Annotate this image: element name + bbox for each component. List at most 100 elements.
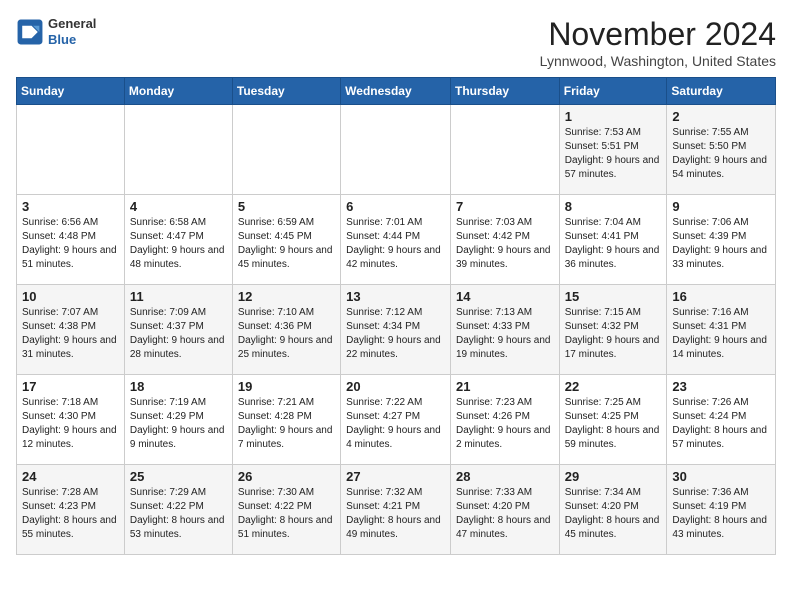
calendar-cell: 20 Sunrise: 7:22 AM Sunset: 4:27 PM Dayli… (341, 375, 451, 465)
day-number: 13 (346, 289, 445, 304)
calendar-cell: 15 Sunrise: 7:15 AM Sunset: 4:32 PM Dayli… (559, 285, 667, 375)
calendar-cell: 19 Sunrise: 7:21 AM Sunset: 4:28 PM Dayli… (232, 375, 340, 465)
calendar-row: 3 Sunrise: 6:56 AM Sunset: 4:48 PM Daylig… (17, 195, 776, 285)
calendar-cell: 18 Sunrise: 7:19 AM Sunset: 4:29 PM Dayli… (124, 375, 232, 465)
calendar-table: SundayMondayTuesdayWednesdayThursdayFrid… (16, 77, 776, 555)
calendar-cell (341, 105, 451, 195)
day-info: Sunrise: 7:25 AM Sunset: 4:25 PM Dayligh… (565, 396, 662, 452)
day-info: Sunrise: 7:22 AM Sunset: 4:27 PM Dayligh… (346, 396, 445, 452)
day-number: 16 (672, 289, 770, 304)
day-number: 26 (238, 469, 335, 484)
calendar-cell (124, 105, 232, 195)
day-number: 1 (565, 109, 662, 124)
calendar-cell: 5 Sunrise: 6:59 AM Sunset: 4:45 PM Daylig… (232, 195, 340, 285)
day-number: 11 (130, 289, 227, 304)
day-number: 20 (346, 379, 445, 394)
day-info: Sunrise: 7:03 AM Sunset: 4:42 PM Dayligh… (456, 216, 554, 272)
calendar-cell: 27 Sunrise: 7:32 AM Sunset: 4:21 PM Dayli… (341, 465, 451, 555)
month-title: November 2024 (540, 16, 776, 53)
day-number: 28 (456, 469, 554, 484)
day-info: Sunrise: 6:58 AM Sunset: 4:47 PM Dayligh… (130, 216, 227, 272)
day-info: Sunrise: 7:34 AM Sunset: 4:20 PM Dayligh… (565, 486, 662, 542)
calendar-row: 10 Sunrise: 7:07 AM Sunset: 4:38 PM Dayli… (17, 285, 776, 375)
day-info: Sunrise: 7:01 AM Sunset: 4:44 PM Dayligh… (346, 216, 445, 272)
day-number: 23 (672, 379, 770, 394)
calendar-cell: 9Sunrise: 7:06 AM Sunset: 4:39 PM Daylig… (667, 195, 776, 285)
calendar-cell: 8Sunrise: 7:04 AM Sunset: 4:41 PM Daylig… (559, 195, 667, 285)
day-number: 14 (456, 289, 554, 304)
day-info: Sunrise: 7:10 AM Sunset: 4:36 PM Dayligh… (238, 306, 335, 362)
calendar-cell: 1 Sunrise: 7:53 AM Sunset: 5:51 PM Daylig… (559, 105, 667, 195)
day-number: 9 (672, 199, 770, 214)
weekday-header-cell: Sunday (17, 78, 125, 105)
page-header: General Blue November 2024 Lynnwood, Was… (16, 16, 776, 69)
weekday-header-row: SundayMondayTuesdayWednesdayThursdayFrid… (17, 78, 776, 105)
day-info: Sunrise: 7:07 AM Sunset: 4:38 PM Dayligh… (22, 306, 119, 362)
calendar-cell: 22 Sunrise: 7:25 AM Sunset: 4:25 PM Dayli… (559, 375, 667, 465)
day-info: Sunrise: 7:13 AM Sunset: 4:33 PM Dayligh… (456, 306, 554, 362)
day-number: 7 (456, 199, 554, 214)
calendar-cell: 3 Sunrise: 6:56 AM Sunset: 4:48 PM Daylig… (17, 195, 125, 285)
weekday-header-cell: Friday (559, 78, 667, 105)
day-number: 30 (672, 469, 770, 484)
day-number: 18 (130, 379, 227, 394)
calendar-cell: 28Sunrise: 7:33 AM Sunset: 4:20 PM Dayli… (450, 465, 559, 555)
day-number: 2 (672, 109, 770, 124)
day-number: 24 (22, 469, 119, 484)
day-info: Sunrise: 7:36 AM Sunset: 4:19 PM Dayligh… (672, 486, 770, 542)
calendar-cell: 30 Sunrise: 7:36 AM Sunset: 4:19 PM Dayli… (667, 465, 776, 555)
calendar-cell: 4Sunrise: 6:58 AM Sunset: 4:47 PM Daylig… (124, 195, 232, 285)
day-number: 27 (346, 469, 445, 484)
calendar-cell: 16 Sunrise: 7:16 AM Sunset: 4:31 PM Dayli… (667, 285, 776, 375)
day-number: 12 (238, 289, 335, 304)
day-info: Sunrise: 7:19 AM Sunset: 4:29 PM Dayligh… (130, 396, 227, 452)
day-info: Sunrise: 6:59 AM Sunset: 4:45 PM Dayligh… (238, 216, 335, 272)
day-number: 22 (565, 379, 662, 394)
calendar-cell (17, 105, 125, 195)
day-info: Sunrise: 7:21 AM Sunset: 4:28 PM Dayligh… (238, 396, 335, 452)
day-number: 21 (456, 379, 554, 394)
calendar-cell: 6 Sunrise: 7:01 AM Sunset: 4:44 PM Daylig… (341, 195, 451, 285)
logo-line2: Blue (48, 32, 96, 48)
calendar-cell: 25 Sunrise: 7:29 AM Sunset: 4:22 PM Dayli… (124, 465, 232, 555)
day-info: Sunrise: 7:15 AM Sunset: 4:32 PM Dayligh… (565, 306, 662, 362)
weekday-header-cell: Tuesday (232, 78, 340, 105)
calendar-cell: 29Sunrise: 7:34 AM Sunset: 4:20 PM Dayli… (559, 465, 667, 555)
weekday-header-cell: Saturday (667, 78, 776, 105)
calendar-cell: 21Sunrise: 7:23 AM Sunset: 4:26 PM Dayli… (450, 375, 559, 465)
calendar-cell (232, 105, 340, 195)
day-info: Sunrise: 7:29 AM Sunset: 4:22 PM Dayligh… (130, 486, 227, 542)
day-number: 3 (22, 199, 119, 214)
day-info: Sunrise: 7:18 AM Sunset: 4:30 PM Dayligh… (22, 396, 119, 452)
day-info: Sunrise: 7:32 AM Sunset: 4:21 PM Dayligh… (346, 486, 445, 542)
day-number: 25 (130, 469, 227, 484)
day-info: Sunrise: 7:30 AM Sunset: 4:22 PM Dayligh… (238, 486, 335, 542)
calendar-cell: 17Sunrise: 7:18 AM Sunset: 4:30 PM Dayli… (17, 375, 125, 465)
calendar-cell: 2 Sunrise: 7:55 AM Sunset: 5:50 PM Daylig… (667, 105, 776, 195)
day-number: 5 (238, 199, 335, 214)
calendar-cell: 7 Sunrise: 7:03 AM Sunset: 4:42 PM Daylig… (450, 195, 559, 285)
weekday-header-cell: Thursday (450, 78, 559, 105)
logo: General Blue (16, 16, 96, 47)
calendar-row: 17Sunrise: 7:18 AM Sunset: 4:30 PM Dayli… (17, 375, 776, 465)
calendar-cell: 12 Sunrise: 7:10 AM Sunset: 4:36 PM Dayli… (232, 285, 340, 375)
calendar-cell (450, 105, 559, 195)
calendar-cell: 10 Sunrise: 7:07 AM Sunset: 4:38 PM Dayli… (17, 285, 125, 375)
weekday-header-cell: Wednesday (341, 78, 451, 105)
day-info: Sunrise: 7:28 AM Sunset: 4:23 PM Dayligh… (22, 486, 119, 542)
calendar-cell: 24 Sunrise: 7:28 AM Sunset: 4:23 PM Dayli… (17, 465, 125, 555)
day-number: 10 (22, 289, 119, 304)
day-info: Sunrise: 7:55 AM Sunset: 5:50 PM Dayligh… (672, 126, 770, 182)
day-number: 19 (238, 379, 335, 394)
day-info: Sunrise: 7:53 AM Sunset: 5:51 PM Dayligh… (565, 126, 662, 182)
day-number: 8 (565, 199, 662, 214)
calendar-cell: 14 Sunrise: 7:13 AM Sunset: 4:33 PM Dayli… (450, 285, 559, 375)
day-info: Sunrise: 7:09 AM Sunset: 4:37 PM Dayligh… (130, 306, 227, 362)
calendar-row: 24 Sunrise: 7:28 AM Sunset: 4:23 PM Dayli… (17, 465, 776, 555)
day-info: Sunrise: 6:56 AM Sunset: 4:48 PM Dayligh… (22, 216, 119, 272)
day-info: Sunrise: 7:12 AM Sunset: 4:34 PM Dayligh… (346, 306, 445, 362)
weekday-header-cell: Monday (124, 78, 232, 105)
day-number: 6 (346, 199, 445, 214)
day-number: 15 (565, 289, 662, 304)
day-info: Sunrise: 7:16 AM Sunset: 4:31 PM Dayligh… (672, 306, 770, 362)
